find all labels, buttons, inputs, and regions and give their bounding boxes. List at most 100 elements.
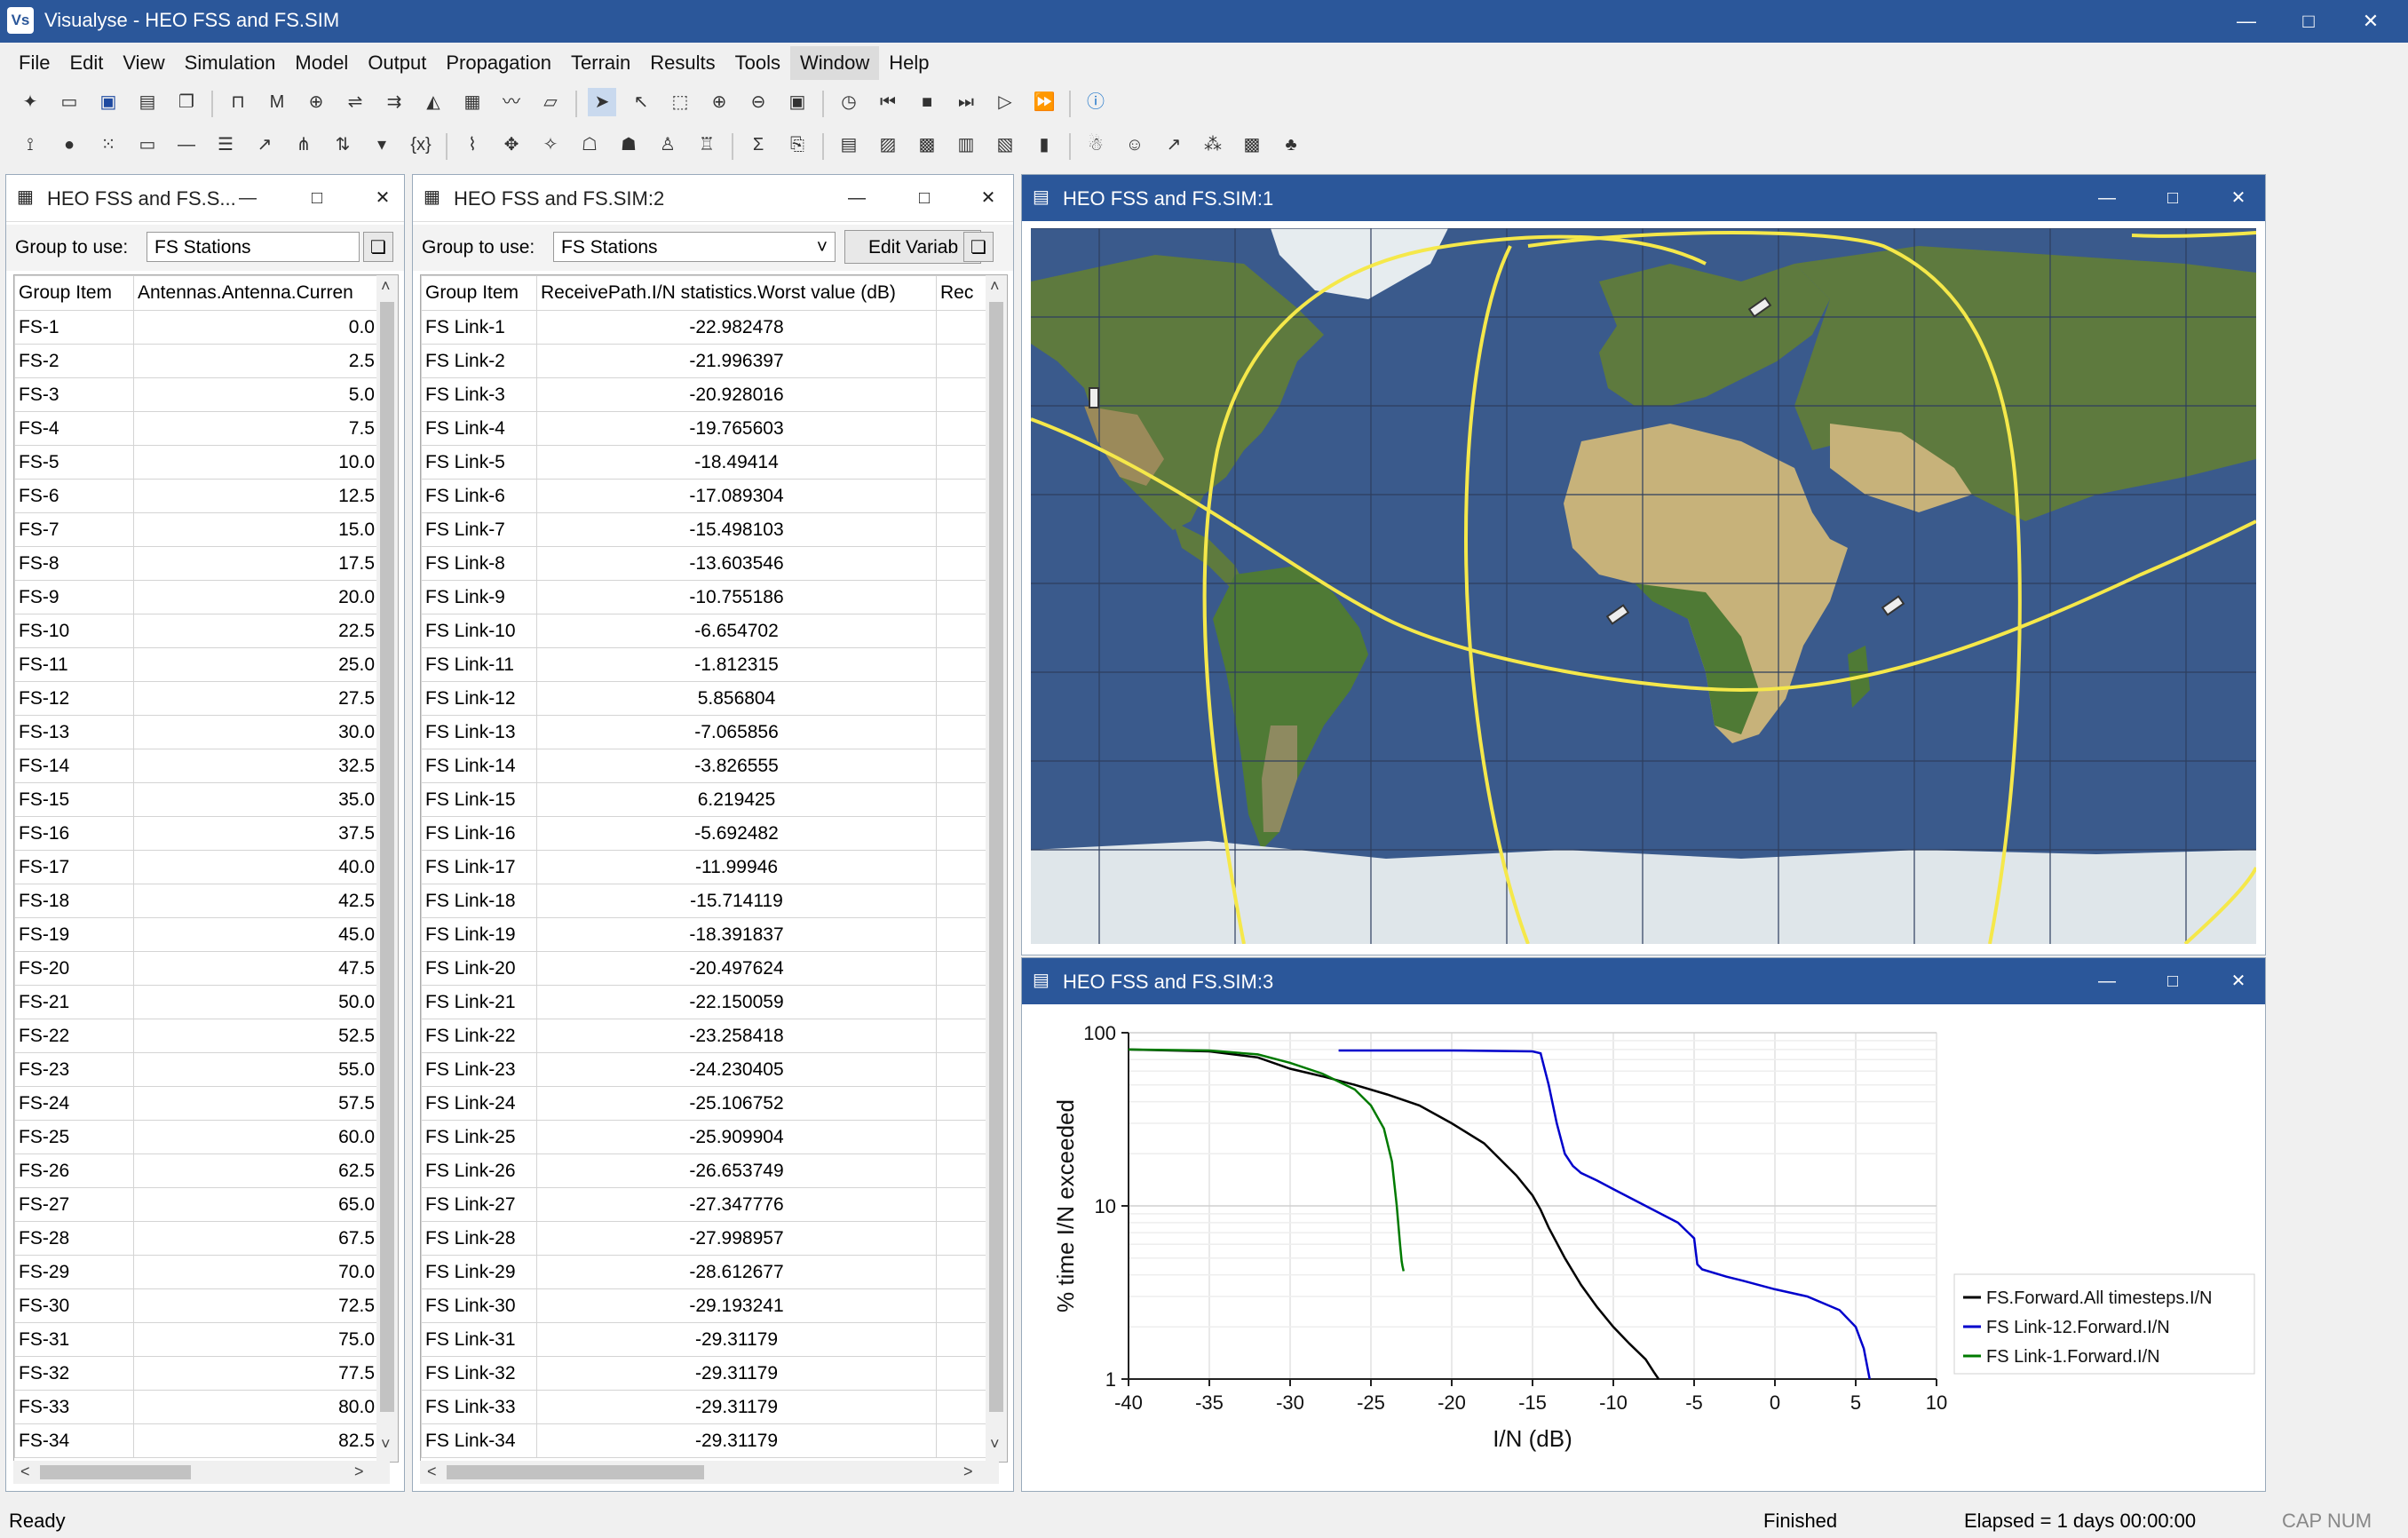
value-cell[interactable]: 82.5	[133, 1423, 379, 1458]
value-cell[interactable]: 40.0	[133, 850, 379, 884]
value-cell[interactable]	[936, 1120, 986, 1154]
table-row[interactable]: FS Link-5 -18.49414	[421, 445, 986, 480]
value-cell[interactable]: 60.0	[133, 1120, 379, 1154]
scroll-down-icon[interactable]: ˅	[381, 1435, 391, 1454]
value-cell[interactable]: -29.193241	[536, 1288, 937, 1323]
menu-help[interactable]: Help	[879, 46, 939, 80]
row-label-cell[interactable]: FS-24	[14, 1086, 134, 1121]
column-header[interactable]: Antennas.Antenna.Curren	[133, 275, 379, 311]
copy-icon[interactable]: ❏	[963, 232, 994, 262]
row-label-cell[interactable]: FS-10	[14, 614, 134, 648]
value-cell[interactable]: 50.0	[133, 985, 379, 1019]
value-cell[interactable]: -29.31179	[536, 1390, 937, 1424]
people4-icon[interactable]: ♖	[693, 131, 721, 159]
table-row[interactable]: FS Link-14 -3.826555	[421, 749, 986, 783]
value-cell[interactable]	[936, 1255, 986, 1289]
value-cell[interactable]: -21.996397	[536, 344, 937, 378]
dropdown-icon[interactable]: ▾	[368, 131, 396, 159]
maximize-icon[interactable]: □	[2155, 182, 2190, 214]
value-cell[interactable]	[936, 546, 986, 581]
menu-window[interactable]: Window	[789, 46, 880, 80]
row-label-cell[interactable]: FS Link-9	[421, 580, 537, 614]
value-cell[interactable]: 6.219425	[536, 782, 937, 817]
row-label-cell[interactable]: FS Link-15	[421, 782, 537, 817]
table-row[interactable]: FS-2 2.5	[14, 344, 379, 378]
scatter-icon[interactable]: ⁂	[1199, 131, 1227, 159]
table-row[interactable]: FS Link-28 -27.998957	[421, 1221, 986, 1256]
table-row[interactable]: FS-17 40.0	[14, 850, 379, 884]
table-row[interactable]: FS Link-4 -19.765603	[421, 411, 986, 446]
value-cell[interactable]	[936, 1052, 986, 1087]
row-label-cell[interactable]: FS Link-1	[421, 310, 537, 345]
value-cell[interactable]: -19.765603	[536, 411, 937, 446]
menu-edit[interactable]: Edit	[59, 46, 113, 80]
value-cell[interactable]	[936, 344, 986, 378]
value-cell[interactable]: 5.0	[133, 377, 379, 412]
table-row[interactable]: FS Link-3 -20.928016	[421, 377, 986, 412]
row-label-cell[interactable]: FS Link-16	[421, 816, 537, 851]
value-cell[interactable]: 45.0	[133, 917, 379, 952]
row-label-cell[interactable]: FS Link-28	[421, 1221, 537, 1256]
value-cell[interactable]: 22.5	[133, 614, 379, 648]
row-label-cell[interactable]: FS-31	[14, 1322, 134, 1357]
row-label-cell[interactable]: FS Link-2	[421, 344, 537, 378]
table-row[interactable]: FS Link-8 -13.603546	[421, 546, 986, 581]
close-icon[interactable]: ✕	[2221, 182, 2256, 214]
clock-icon[interactable]: ◷	[835, 88, 863, 116]
open-icon[interactable]: ▭	[55, 88, 83, 116]
scroll-right-icon[interactable]: ˃	[354, 1463, 364, 1481]
edit-variables-button[interactable]: Edit Variab	[844, 230, 981, 264]
table-row[interactable]: FS Link-10 -6.654702	[421, 614, 986, 648]
row-label-cell[interactable]: FS-3	[14, 377, 134, 412]
terrain-icon[interactable]: ◭	[419, 88, 448, 116]
value-cell[interactable]: -20.497624	[536, 951, 937, 986]
table-row[interactable]: FS Link-25 -25.909904	[421, 1120, 986, 1154]
row-label-cell[interactable]: FS-29	[14, 1255, 134, 1289]
value-cell[interactable]: 2.5	[133, 344, 379, 378]
value-cell[interactable]	[936, 1019, 986, 1053]
table-row[interactable]: FS Link-32 -29.31179	[421, 1356, 986, 1391]
value-cell[interactable]	[936, 782, 986, 817]
people3-icon[interactable]: ♙	[653, 131, 682, 159]
grid-icon[interactable]: ⁙	[94, 131, 123, 159]
row-label-cell[interactable]: FS-12	[14, 681, 134, 716]
value-cell[interactable]	[936, 377, 986, 412]
table-row[interactable]: FS-4 7.5	[14, 411, 379, 446]
row-label-cell[interactable]: FS Link-13	[421, 715, 537, 749]
minimize-icon[interactable]: —	[839, 182, 875, 214]
table-row[interactable]: FS Link-24 -25.106752	[421, 1086, 986, 1121]
value-cell[interactable]	[936, 1221, 986, 1256]
close-icon[interactable]: ✕	[2221, 965, 2256, 997]
value-cell[interactable]: -26.653749	[536, 1154, 937, 1188]
table-row[interactable]: FS-21 50.0	[14, 985, 379, 1019]
value-cell[interactable]: -18.49414	[536, 445, 937, 480]
variable-icon[interactable]: {x}	[407, 131, 435, 159]
scroll-up-icon[interactable]: ˄	[381, 277, 391, 296]
copy-icon[interactable]: ❐	[172, 88, 201, 116]
value-cell[interactable]	[936, 512, 986, 547]
close-icon[interactable]: ✕	[365, 182, 400, 214]
row-label-cell[interactable]: FS Link-17	[421, 850, 537, 884]
row-label-cell[interactable]: FS-9	[14, 580, 134, 614]
value-cell[interactable]: -29.31179	[536, 1423, 937, 1458]
row-label-cell[interactable]: FS Link-23	[421, 1052, 537, 1087]
zoom-out-icon[interactable]: ⊖	[744, 88, 772, 116]
value-cell[interactable]: -13.603546	[536, 546, 937, 581]
table-row[interactable]: FS Link-17 -11.99946	[421, 850, 986, 884]
value-cell[interactable]: -22.982478	[536, 310, 937, 345]
table-row[interactable]: FS Link-22 -23.258418	[421, 1019, 986, 1053]
value-cell[interactable]	[936, 749, 986, 783]
table-row[interactable]: FS Link-7 -15.498103	[421, 512, 986, 547]
value-cell[interactable]	[936, 951, 986, 986]
people2-icon[interactable]: ☗	[614, 131, 643, 159]
value-cell[interactable]: -17.089304	[536, 479, 937, 513]
table-row[interactable]: FS-31 75.0	[14, 1322, 379, 1357]
minimize-icon[interactable]: —	[2089, 182, 2125, 214]
value-cell[interactable]: 17.5	[133, 546, 379, 581]
row-label-cell[interactable]: FS Link-30	[421, 1288, 537, 1323]
row-label-cell[interactable]: FS-7	[14, 512, 134, 547]
table-row[interactable]: FS-19 45.0	[14, 917, 379, 952]
zoom-100-icon[interactable]: ▣	[783, 88, 812, 116]
row-label-cell[interactable]: FS-6	[14, 479, 134, 513]
horizontal-scrollbar[interactable]: ˂ ˃	[420, 1461, 999, 1484]
